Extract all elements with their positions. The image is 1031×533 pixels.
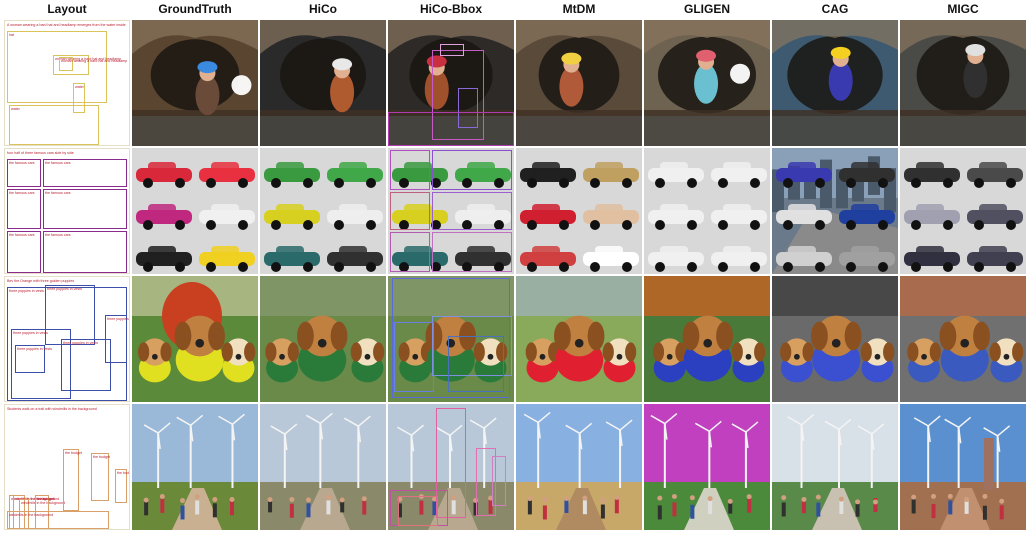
generated-image-hico-bbox-row-2 (388, 148, 514, 274)
bbox-overlay (432, 192, 512, 230)
bbox-overlay (394, 322, 434, 392)
column-header-gligen: GLIGEN (683, 2, 730, 16)
layout-bbox-label: three puppies in vests (17, 347, 52, 351)
generated-image-migc-row-4 (900, 404, 1026, 530)
layout-bbox-label: the budget (93, 455, 110, 459)
layout-bbox-label: water (75, 85, 84, 89)
layout-bbox: the budget (91, 453, 110, 501)
layout-caption: Bev the Orange with three golden puppies (7, 279, 75, 283)
column-header-layout: Layout (47, 2, 87, 16)
bbox-overlay (390, 232, 430, 272)
column-header-hico: HiCo (309, 2, 337, 16)
layout-bbox-label: windmills in the background (9, 513, 54, 517)
generated-image-mtdm-row-3 (516, 276, 642, 402)
generated-image-cag-row-3 (772, 276, 898, 402)
layout-bbox-label: hat (9, 33, 14, 37)
bbox-overlay (432, 150, 512, 190)
layout-cell-row-3: Bev the Orange with three golden puppies… (4, 276, 130, 402)
generated-image-hico-row-1 (260, 20, 386, 146)
layout-bbox-label: water (11, 107, 20, 111)
layout-bbox: the famous cars (7, 231, 41, 273)
generated-image-hico-bbox-row-4 (388, 404, 514, 530)
layout-bbox-label: the famous cars (9, 161, 35, 165)
generated-image-cag-row-4 (772, 404, 898, 530)
column-header-cag: CAG (821, 2, 849, 16)
layout-bbox-label: woman wearing a hard hat and headlamp (61, 59, 128, 63)
generated-image-groundtruth-row-2 (132, 148, 258, 274)
bbox-overlay (448, 336, 504, 392)
layout-caption: four half of three famous cars side by s… (7, 151, 74, 155)
layout-bbox: the famous cars (7, 159, 41, 187)
generated-image-gligen-row-1 (644, 20, 770, 146)
generated-image-mtdm-row-1 (516, 20, 642, 146)
generated-image-cag-row-2 (772, 148, 898, 274)
generated-image-hico-bbox-row-1 (388, 20, 514, 146)
comparison-grid: Layout GroundTruth HiCo HiCo-Bbox MtDM GLIGEN… (4, 0, 1027, 533)
column-header-hico-bbox: HiCo-Bbox (420, 2, 482, 16)
generated-image-hico-row-3 (260, 276, 386, 402)
layout-bbox-label: the famous cars (9, 191, 35, 195)
layout-bbox: the budget (115, 469, 129, 503)
layout-bbox: water (9, 105, 99, 145)
bbox-overlay (398, 496, 438, 526)
layout-bbox-label: three puppies in vests (107, 317, 129, 321)
generated-image-migc-row-2 (900, 148, 1026, 274)
layout-bbox: three puppies in vests (61, 339, 111, 391)
layout-bbox-label: three puppies in vests (13, 331, 48, 335)
layout-cell-row-1: A woman wearing a hard hat and headlamp … (4, 20, 130, 146)
layout-bbox-label: the famous cars (9, 233, 35, 237)
layout-bbox: the famous cars (7, 189, 41, 229)
column-header-groundtruth: GroundTruth (158, 2, 232, 16)
generated-image-migc-row-3 (900, 276, 1026, 402)
layout-bbox: the budget (63, 449, 82, 511)
generated-image-hico-row-2 (260, 148, 386, 274)
layout-caption: Students walk on a trail with windmills … (7, 407, 97, 411)
generated-image-mtdm-row-4 (516, 404, 642, 530)
layout-bbox: windmills in the background (7, 511, 109, 529)
generated-image-groundtruth-row-4 (132, 404, 258, 530)
layout-bbox: the famous cars (43, 231, 127, 273)
generated-image-gligen-row-2 (644, 148, 770, 274)
layout-cell-row-4: Students walk on a trail with windmills … (4, 404, 130, 530)
generated-image-hico-row-4 (260, 404, 386, 530)
layout-bbox-label: the budget (37, 497, 54, 501)
layout-caption: A woman wearing a hard hat and headlamp … (7, 23, 126, 27)
layout-bbox-label: three puppies in vests (63, 341, 98, 345)
generated-image-hico-bbox-row-3 (388, 276, 514, 402)
layout-bbox-label: three puppies in vests (47, 287, 82, 291)
layout-cell-row-2: four half of three famous cars side by s… (4, 148, 130, 274)
column-header-migc: MIGC (947, 2, 979, 16)
generated-image-cag-row-1 (772, 20, 898, 146)
generated-image-gligen-row-4 (644, 404, 770, 530)
layout-bbox: the famous cars (43, 159, 127, 187)
generated-image-migc-row-1 (900, 20, 1026, 146)
bbox-overlay (388, 112, 514, 146)
layout-bbox-label: three puppies in vests (9, 289, 44, 293)
layout-bbox: the famous cars (43, 189, 127, 229)
layout-bbox-label: the budget (65, 451, 82, 455)
column-header-mtdm: MtDM (562, 2, 596, 16)
layout-bbox-label: the budget (117, 471, 129, 475)
bbox-overlay (390, 192, 430, 230)
generated-image-mtdm-row-2 (516, 148, 642, 274)
bbox-overlay (440, 44, 464, 56)
generated-image-gligen-row-3 (644, 276, 770, 402)
bbox-overlay (492, 456, 506, 506)
layout-bbox: three puppies in vests (15, 345, 52, 373)
layout-bbox-label: the famous cars (45, 233, 71, 237)
layout-bbox-label: the famous cars (45, 191, 71, 195)
layout-bbox: woman wearing a hard hat and headlamp (59, 57, 127, 71)
generated-image-groundtruth-row-1 (132, 20, 258, 146)
layout-bbox-label: the famous cars (45, 161, 71, 165)
bbox-overlay (432, 232, 512, 272)
bbox-overlay (390, 150, 430, 190)
generated-image-groundtruth-row-3 (132, 276, 258, 402)
